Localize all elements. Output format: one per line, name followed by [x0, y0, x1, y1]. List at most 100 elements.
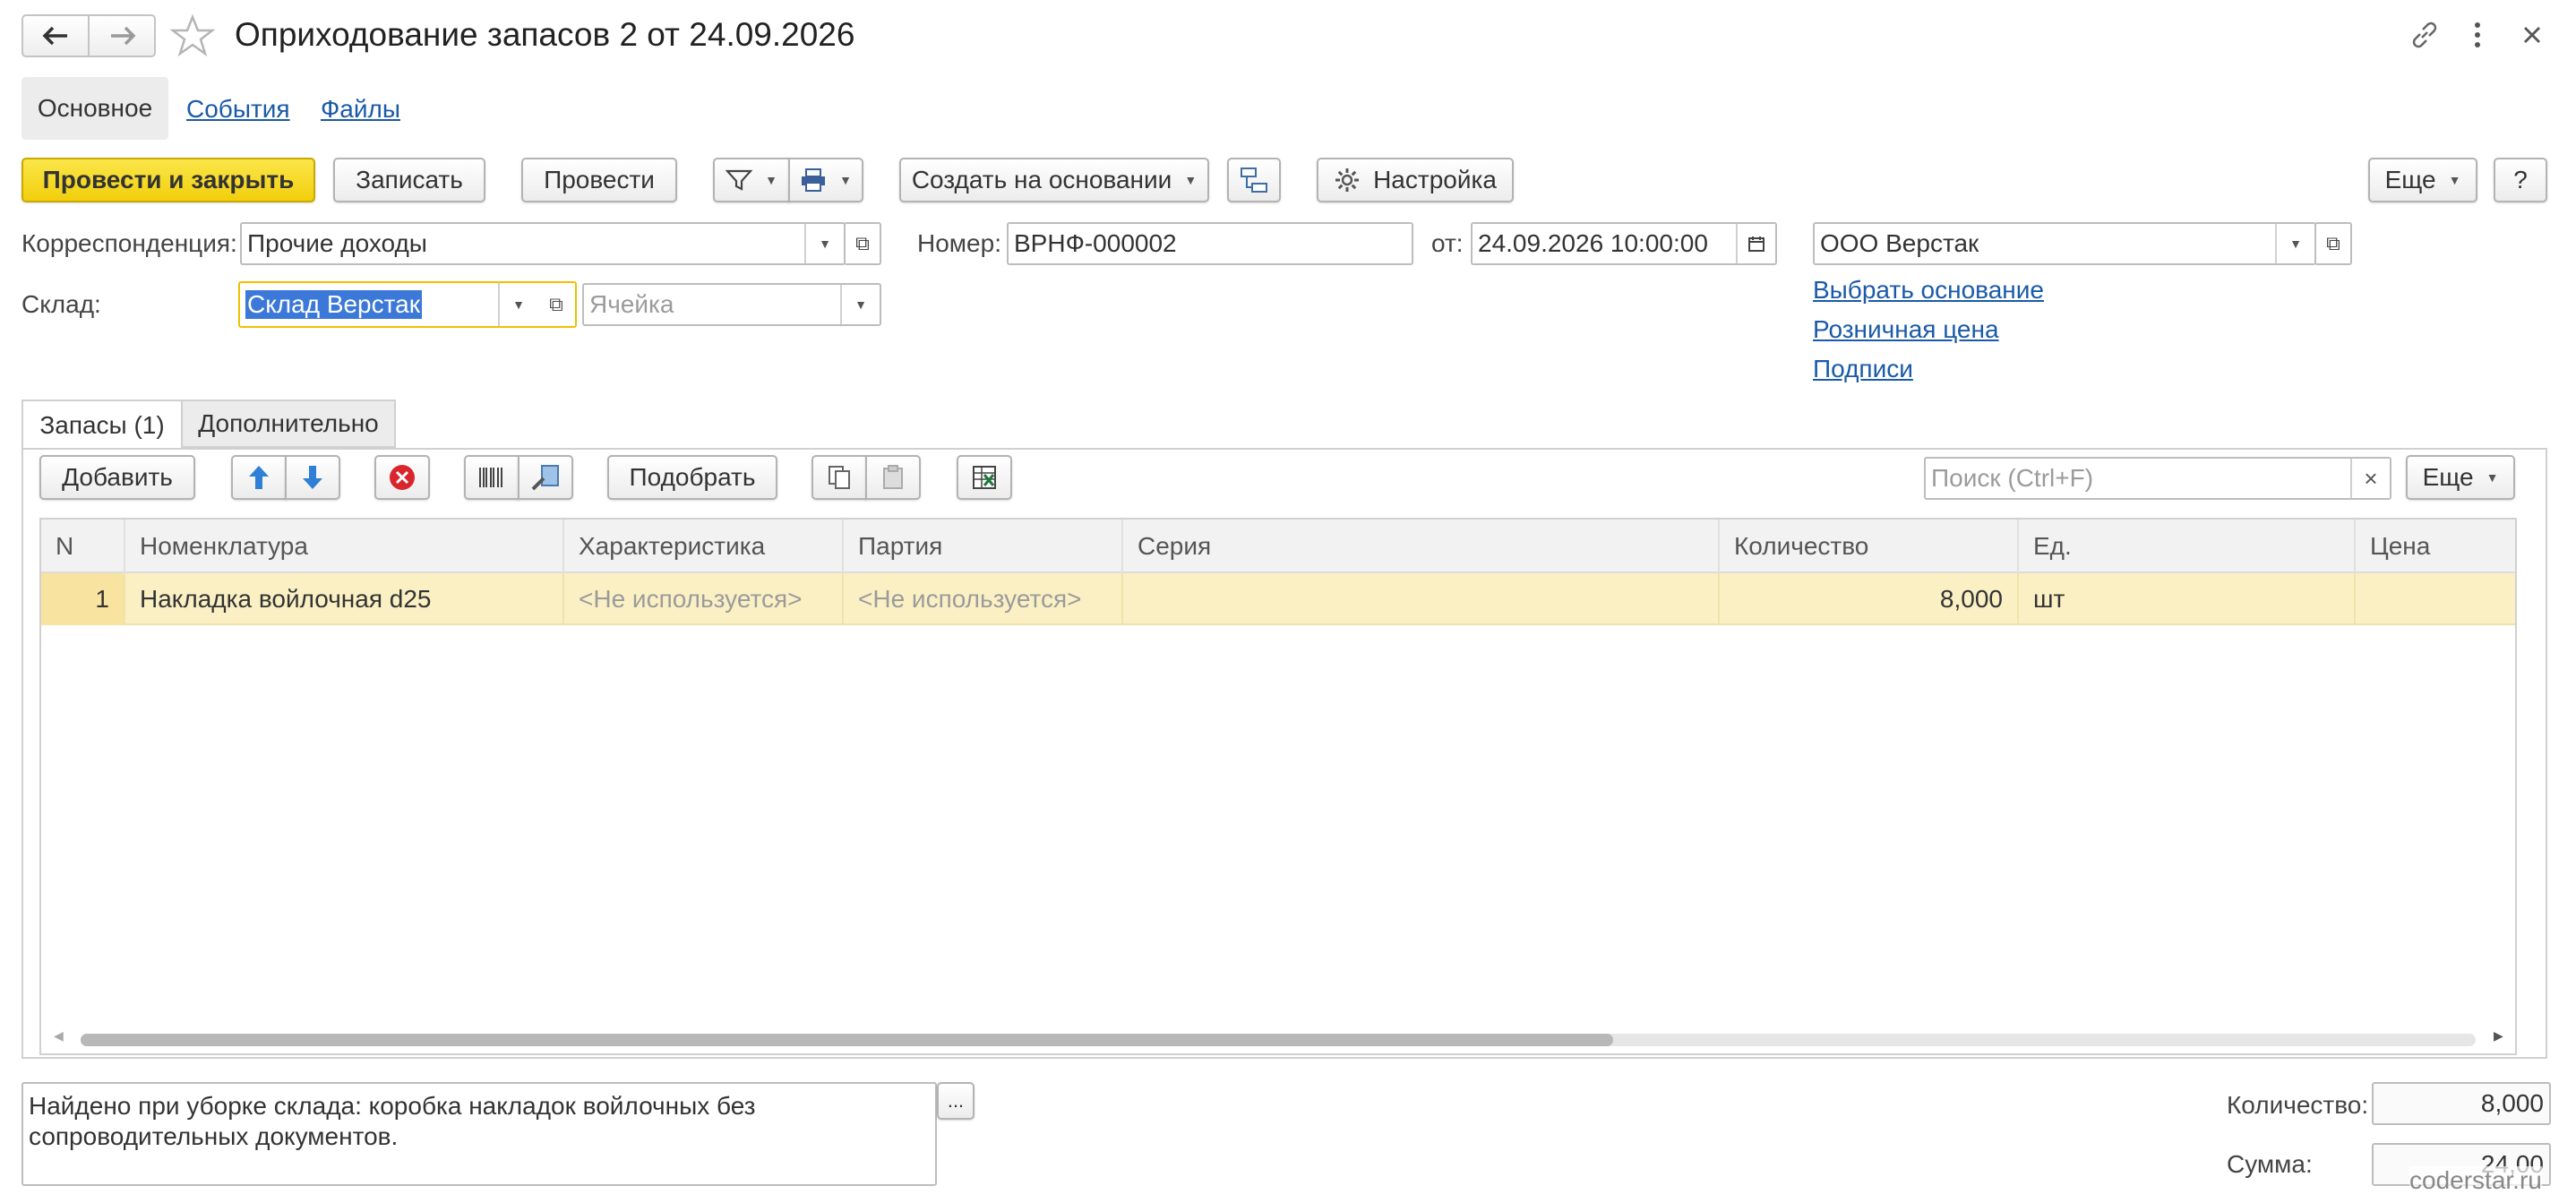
- move-up-button[interactable]: [231, 455, 287, 500]
- open-icon[interactable]: ⧉: [537, 283, 575, 326]
- copy-icon: [829, 466, 850, 489]
- comment-edit-button[interactable]: ...: [937, 1082, 975, 1120]
- barcode-button[interactable]: [464, 455, 519, 500]
- move-down-button[interactable]: [285, 455, 340, 500]
- tab-inventory[interactable]: Запасы (1): [21, 400, 183, 450]
- settings-button[interactable]: Настройка: [1317, 158, 1514, 202]
- move-down-icon: [303, 466, 322, 489]
- total-sum-label: Сумма:: [2227, 1150, 2313, 1178]
- print-icon: [802, 168, 826, 192]
- column-header-price[interactable]: Цена: [2356, 520, 2515, 573]
- forward-button[interactable]: [90, 16, 156, 56]
- calendar-icon[interactable]: [1736, 224, 1775, 263]
- link-icon[interactable]: [2409, 20, 2440, 50]
- correspondence-value: Прочие доходы: [247, 229, 427, 257]
- column-header-unit[interactable]: Ед.: [2019, 520, 2356, 573]
- tab-additional[interactable]: Дополнительно: [183, 400, 396, 448]
- export-excel-button[interactable]: [957, 455, 1012, 500]
- back-button[interactable]: [23, 16, 90, 56]
- column-header-series[interactable]: Серия: [1123, 520, 1720, 573]
- back-arrow-icon: [42, 26, 67, 46]
- date-value: 24.09.2026 10:00:00: [1478, 229, 1708, 257]
- tab-additional-label: Дополнительно: [198, 409, 379, 437]
- row-quantity[interactable]: 8,000: [1720, 573, 2019, 625]
- retail-price-link[interactable]: Розничная цена: [1813, 315, 1999, 344]
- move-up-icon: [249, 466, 269, 489]
- scroll-track[interactable]: [81, 1034, 2476, 1046]
- table-more-button[interactable]: Еще ▼: [2406, 455, 2515, 500]
- nav-buttons-group: [21, 14, 156, 57]
- number-label: Номер:: [917, 229, 1001, 257]
- save-button[interactable]: Записать: [333, 158, 485, 202]
- more-label: Еще: [2384, 166, 2436, 193]
- settings-label: Настройка: [1373, 166, 1497, 193]
- structure-icon: [1241, 168, 1267, 193]
- tab-events[interactable]: События: [186, 95, 290, 124]
- horizontal-scrollbar[interactable]: ◀ ▶: [41, 1025, 2515, 1053]
- pick-button[interactable]: Подобрать: [607, 455, 777, 500]
- correspondence-field[interactable]: Прочие доходы ▼: [240, 222, 846, 265]
- filter-button[interactable]: ▼: [713, 158, 790, 202]
- column-header-batch[interactable]: Партия: [844, 520, 1123, 573]
- comment-text: Найдено при уборке склада: коробка накла…: [29, 1092, 756, 1150]
- column-header-n[interactable]: N: [41, 520, 125, 573]
- organization-field[interactable]: ООО Верстак ▼: [1813, 222, 2316, 265]
- table-row[interactable]: 1 Накладка войлочная d25 <Не используетс…: [41, 573, 2515, 625]
- paste-icon: [883, 465, 903, 489]
- comment-field[interactable]: Найдено при уборке склада: коробка накла…: [21, 1082, 937, 1186]
- select-basis-link[interactable]: Выбрать основание: [1813, 276, 2044, 305]
- close-icon[interactable]: [2520, 23, 2544, 47]
- column-header-characteristic[interactable]: Характеристика: [564, 520, 844, 573]
- scroll-right-icon[interactable]: ▶: [2494, 1028, 2503, 1044]
- post-button[interactable]: Провести: [521, 158, 677, 202]
- watermark: coderstar.ru: [2409, 1166, 2542, 1195]
- row-characteristic[interactable]: <Не используется>: [564, 573, 844, 625]
- create-based-on-button[interactable]: Создать на основании ▼: [899, 158, 1209, 202]
- delete-icon: [390, 465, 415, 490]
- row-price[interactable]: [2356, 573, 2515, 625]
- column-header-item[interactable]: Номенклатура: [125, 520, 564, 573]
- post-and-close-button[interactable]: Провести и закрыть: [21, 158, 315, 202]
- row-number: 1: [41, 573, 125, 625]
- row-batch[interactable]: <Не используется>: [844, 573, 1123, 625]
- signatures-link[interactable]: Подписи: [1813, 355, 1913, 383]
- add-button[interactable]: Добавить: [39, 455, 195, 500]
- scroll-thumb[interactable]: [81, 1034, 1614, 1046]
- help-button[interactable]: ?: [2494, 158, 2547, 202]
- date-field[interactable]: 24.09.2026 10:00:00: [1471, 222, 1777, 265]
- paste-button[interactable]: [865, 455, 921, 500]
- open-icon[interactable]: ⧉: [844, 222, 881, 265]
- warehouse-field[interactable]: Склад Верстак ▼ ⧉: [238, 281, 577, 328]
- row-unit[interactable]: шт: [2019, 573, 2356, 625]
- print-button[interactable]: ▼: [788, 158, 863, 202]
- delete-button[interactable]: [374, 455, 430, 500]
- open-icon[interactable]: ⧉: [2314, 222, 2352, 265]
- chevron-down-icon[interactable]: ▼: [804, 224, 844, 263]
- column-header-quantity[interactable]: Количество: [1720, 520, 2019, 573]
- excel-icon: [973, 466, 996, 489]
- chevron-down-icon[interactable]: ▼: [498, 283, 539, 326]
- total-quantity-value: 8,000: [2480, 1089, 2544, 1117]
- number-field[interactable]: ВРНФ-000002: [1007, 222, 1413, 265]
- tab-main[interactable]: Основное: [21, 77, 168, 140]
- row-series[interactable]: [1123, 573, 1720, 625]
- more-button[interactable]: Еще ▼: [2368, 158, 2477, 202]
- search-input[interactable]: Поиск (Ctrl+F) ×: [1924, 457, 2391, 500]
- structure-button[interactable]: [1227, 158, 1281, 202]
- tab-main-label: Основное: [37, 94, 153, 122]
- scan-button[interactable]: [518, 455, 573, 500]
- chevron-down-icon[interactable]: ▼: [840, 285, 880, 324]
- create-based-on-label: Создать на основании: [911, 166, 1172, 193]
- row-item[interactable]: Накладка войлочная d25: [125, 573, 564, 625]
- cell-field[interactable]: Ячейка ▼: [582, 283, 881, 326]
- scroll-left-icon[interactable]: ◀: [54, 1028, 64, 1044]
- chevron-down-icon[interactable]: ▼: [2275, 224, 2314, 263]
- kebab-menu-icon[interactable]: [2469, 20, 2486, 50]
- table-header: N Номенклатура Характеристика Партия Сер…: [41, 520, 2515, 573]
- warehouse-value: Склад Верстак: [245, 290, 422, 319]
- star-icon[interactable]: [170, 14, 215, 57]
- total-quantity-field: 8,000: [2372, 1082, 2551, 1125]
- tab-files[interactable]: Файлы: [321, 95, 400, 124]
- clear-search-icon[interactable]: ×: [2350, 459, 2390, 498]
- copy-button[interactable]: [811, 455, 867, 500]
